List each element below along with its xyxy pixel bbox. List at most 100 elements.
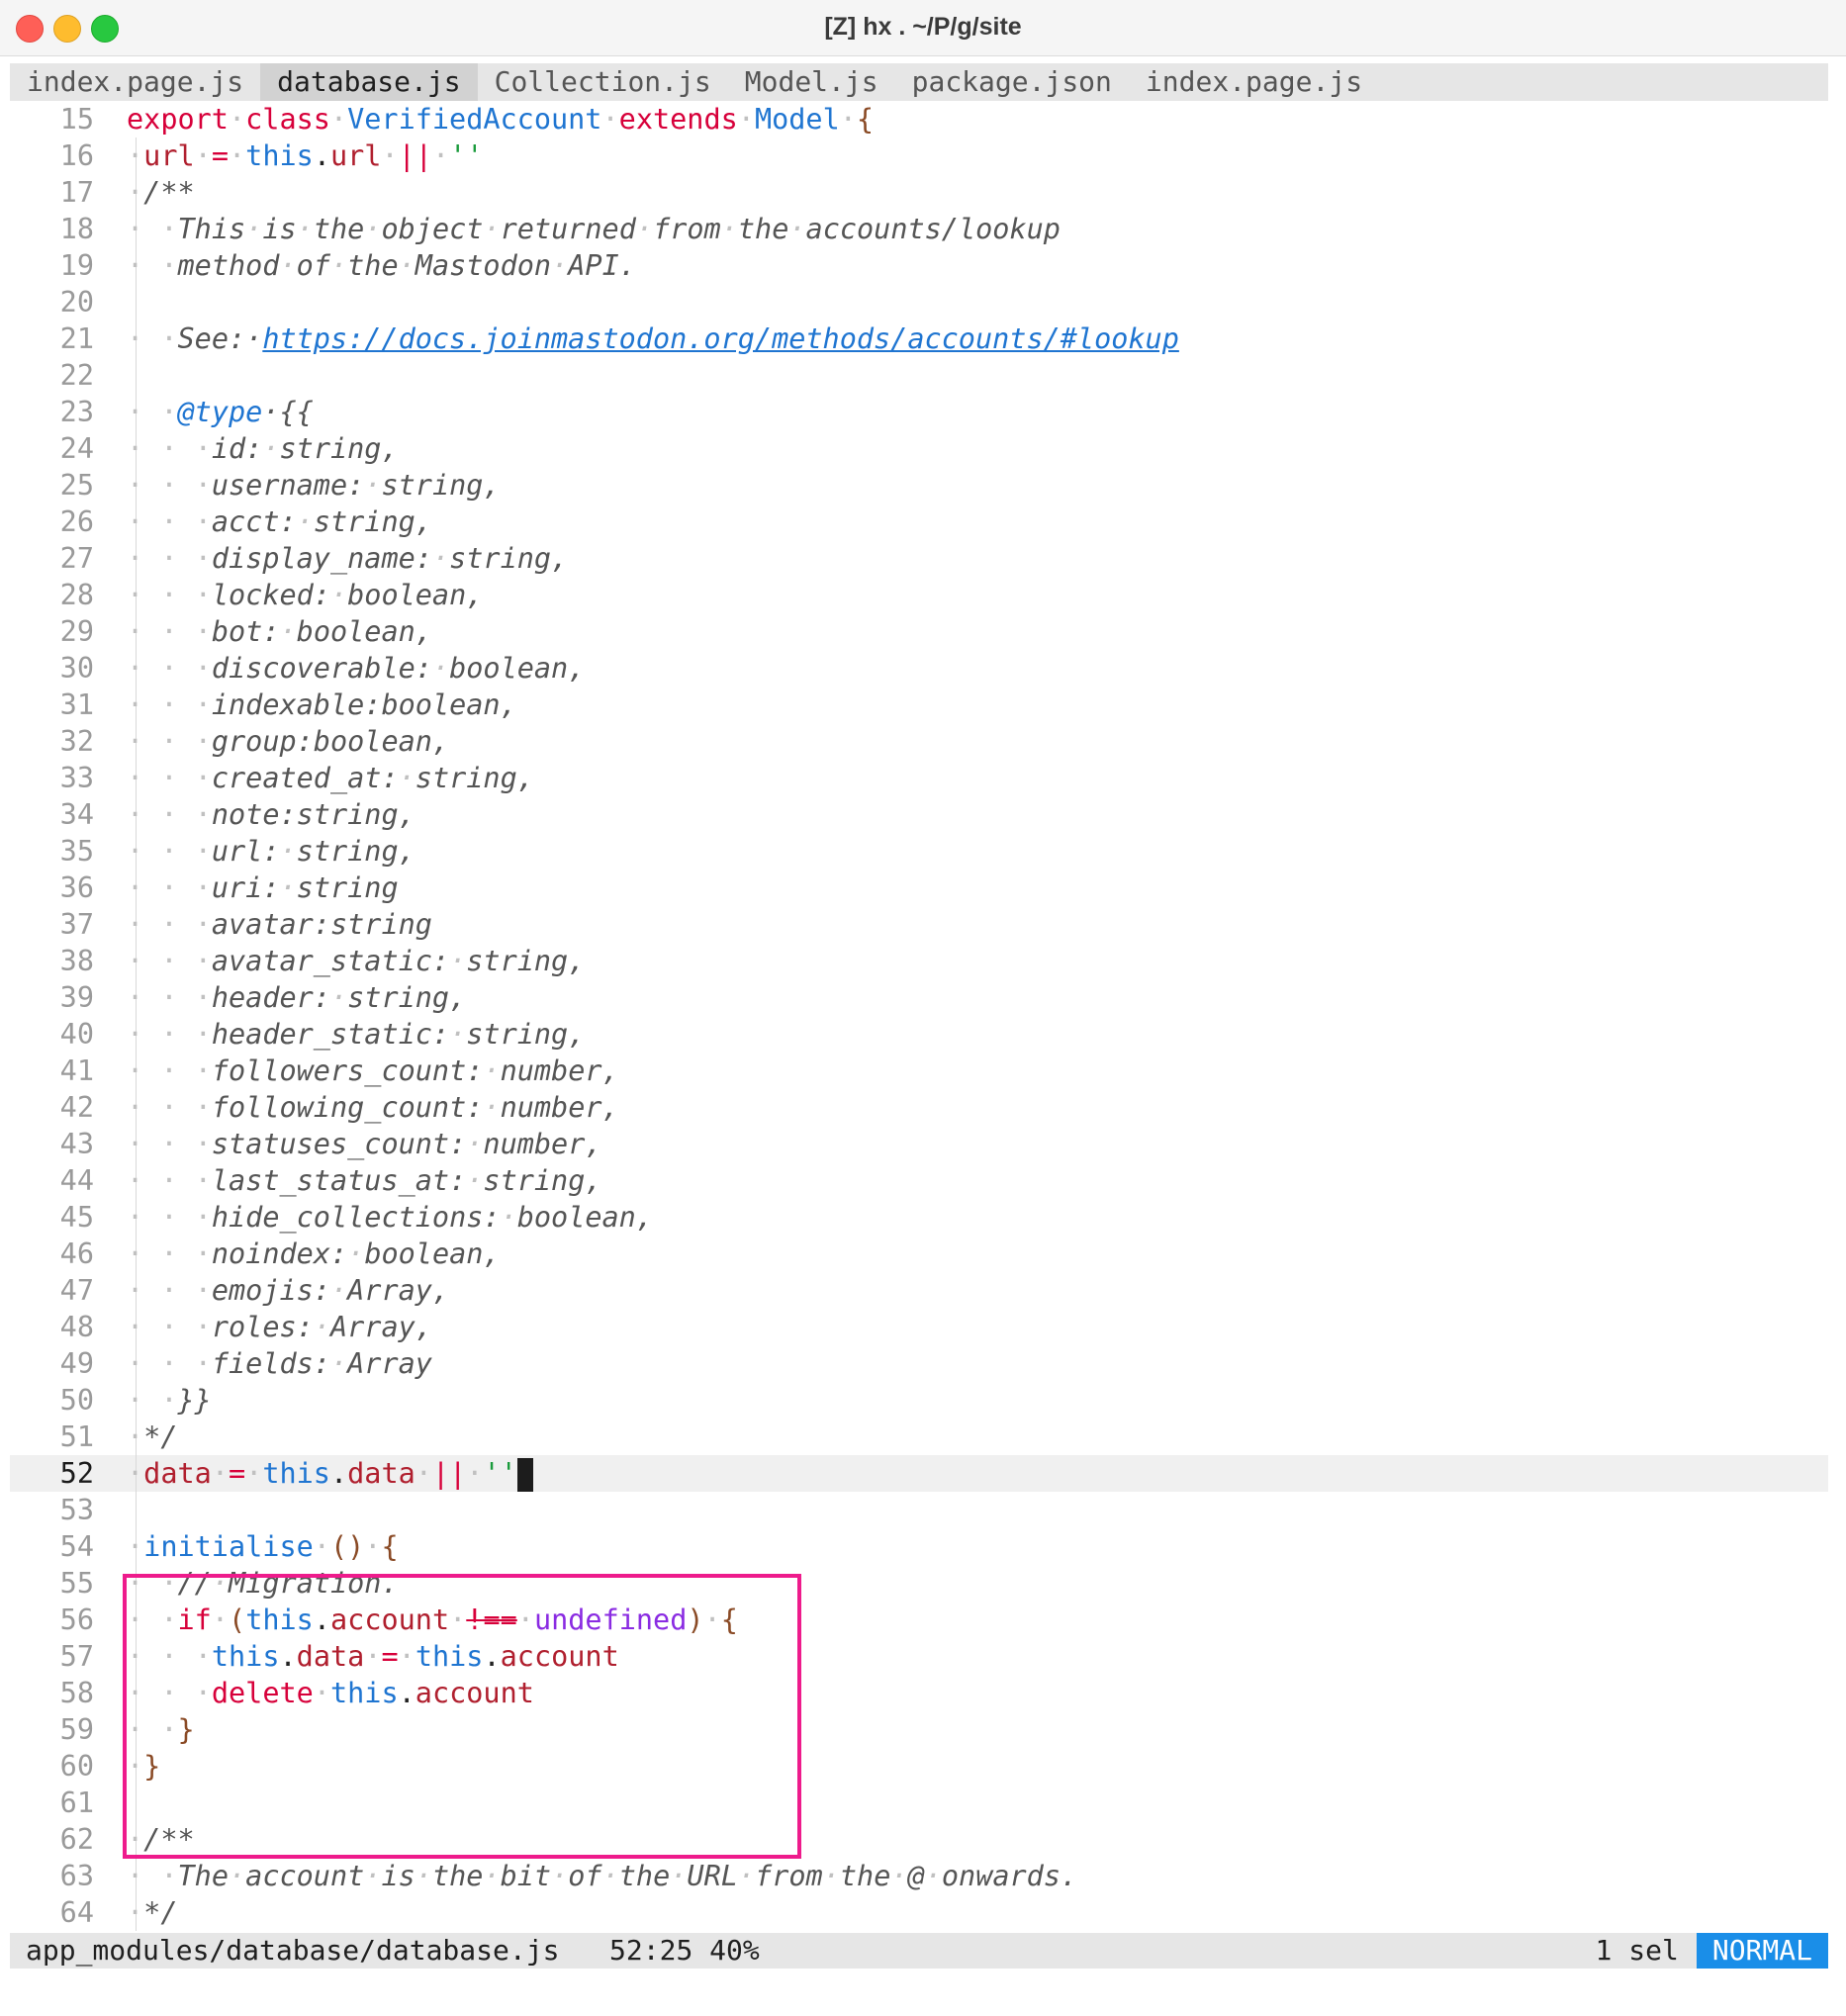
code-text: · · ·id:·string, [127,432,399,465]
code-text: ·/** [127,176,195,209]
code-text: · · ·delete·this.account [127,1677,534,1709]
code-line[interactable]: 47 · · ·emojis:·Array, [10,1272,1828,1309]
code-line[interactable]: 16 ·url·=·this.url·||·'' [10,137,1828,174]
buffer-tab[interactable]: Model.js [728,63,895,101]
code-line[interactable]: 30 · · ·discoverable:·boolean, [10,650,1828,687]
code-text: · · ·fields:·Array [127,1347,432,1380]
code-line[interactable]: 20 [10,284,1828,321]
code-line[interactable]: 39 · · ·header:·string, [10,979,1828,1016]
code-line[interactable]: 22 [10,357,1828,394]
code-line[interactable]: 61 [10,1785,1828,1821]
code-line[interactable]: 41 · · ·followers_count:·number, [10,1053,1828,1089]
line-number: 44 [59,1164,94,1197]
code-line[interactable]: 63 · ·The·account·is·the·bit·of·the·URL·f… [10,1858,1828,1894]
title-bar[interactable]: [Z] hx . ~/P/g/site [0,0,1846,56]
code-text: · ·The·account·is·the·bit·of·the·URL·fro… [127,1860,1078,1892]
code-line[interactable]: 44 · · ·last_status_at:·string, [10,1162,1828,1199]
code-line[interactable]: 51 ·*/ [10,1419,1828,1455]
code-line[interactable]: 59 · ·} [10,1711,1828,1748]
buffer-tab-active[interactable]: database.js [260,63,478,101]
code-area[interactable]: 15 export·class·VerifiedAccount·extends·M… [10,101,1828,1931]
code-text: ·*/ [127,1896,178,1929]
code-line[interactable]: 23 · ·@type·{{ [10,394,1828,430]
editor-window: [Z] hx . ~/P/g/site index.page.js databa… [0,0,1846,2016]
indent-guide [136,357,137,394]
code-line[interactable]: 37 · · ·avatar:string [10,906,1828,943]
code-text: · · ·acct:·string, [127,505,432,538]
code-line[interactable]: 21 · ·See:·https://docs.joinmastodon.org/… [10,321,1828,357]
code-line[interactable]: 35 · · ·url:·string, [10,833,1828,870]
code-text: · · ·this.data·=·this.account [127,1640,619,1673]
line-number: 32 [59,725,94,758]
code-line[interactable]: 28 · · ·locked:·boolean, [10,577,1828,613]
buffer-tab[interactable]: index.page.js [1129,63,1379,101]
code-line[interactable]: 36 · · ·uri:·string [10,870,1828,906]
code-line[interactable]: 40 · · ·header_static:·string, [10,1016,1828,1053]
code-line[interactable]: 19 · ·method·of·the·Mastodon·API. [10,247,1828,284]
line-number: 25 [59,469,94,502]
code-line[interactable]: 42 · · ·following_count:·number, [10,1089,1828,1126]
code-line[interactable]: 57 · · ·this.data·=·this.account [10,1638,1828,1675]
code-text: · · ·followers_count:·number, [127,1054,619,1087]
code-text: ·url·=·this.url·||·'' [127,139,484,172]
line-number: 19 [59,249,94,282]
line-number: 48 [59,1311,94,1343]
code-line[interactable]: 48 · · ·roles:·Array, [10,1309,1828,1345]
selection-count: 1 sel [1595,1934,1679,1967]
code-line[interactable]: 17 ·/** [10,174,1828,211]
code-line[interactable]: 15 export·class·VerifiedAccount·extends·M… [10,101,1828,137]
code-line[interactable]: 18 · ·This·is·the·object·returned·from·th… [10,211,1828,247]
buffer-tab[interactable]: package.json [895,63,1129,101]
code-text: · · ·group:boolean, [127,725,450,758]
code-line[interactable]: 50 · ·}} [10,1382,1828,1419]
code-line[interactable]: 27 · · ·display_name:·string, [10,540,1828,577]
code-text: · ·} [127,1713,195,1746]
code-line[interactable]: 56 · ·if·(this.account·!==·undefined)·{ [10,1602,1828,1638]
code-line[interactable]: 33 · · ·created_at:·string, [10,760,1828,796]
indent-guide [136,284,137,321]
code-line[interactable]: 24 · · ·id:·string, [10,430,1828,467]
code-text: · · ·indexable:boolean, [127,688,517,721]
code-line[interactable]: 46 · · ·noindex:·boolean, [10,1236,1828,1272]
line-number: 27 [59,542,94,575]
code-line[interactable]: 43 · · ·statuses_count:·number, [10,1126,1828,1162]
code-line[interactable]: 60 ·} [10,1748,1828,1785]
code-line[interactable]: 54 ·initialise·()·{ [10,1528,1828,1565]
code-line[interactable]: 34 · · ·note:string, [10,796,1828,833]
buffer-tab[interactable]: index.page.js [10,63,260,101]
code-line[interactable]: 31 · · ·indexable:boolean, [10,687,1828,723]
window-title: [Z] hx . ~/P/g/site [824,13,1022,41]
code-line[interactable]: 32 · · ·group:boolean, [10,723,1828,760]
buffer-tab-bar: index.page.js database.js Collection.js … [10,63,1828,101]
code-line[interactable]: 64 ·*/ [10,1894,1828,1931]
code-line[interactable]: 55 · ·//·Migration. [10,1565,1828,1602]
buffer-tab[interactable]: Collection.js [478,63,728,101]
cursor-position: 52:25 [609,1934,693,1967]
code-line[interactable]: 38 · · ·avatar_static:·string, [10,943,1828,979]
code-line[interactable]: 52 ·data·=·this.data·||·'' [10,1455,1828,1492]
code-line[interactable]: 49 · · ·fields:·Array [10,1345,1828,1382]
file-path: app_modules/database/database.js [26,1934,560,1967]
line-number: 38 [59,945,94,977]
code-line[interactable]: 29 · · ·bot:·boolean, [10,613,1828,650]
indent-guide [136,1492,137,1528]
line-number: 50 [59,1384,94,1417]
line-number: 59 [59,1713,94,1746]
line-number: 63 [59,1860,94,1892]
code-text: · · ·username:·string, [127,469,501,502]
mode-indicator: NORMAL [1696,1933,1828,1969]
code-line[interactable]: 62 ·/** [10,1821,1828,1858]
code-line[interactable]: 26 · · ·acct:·string, [10,504,1828,540]
code-text: ·*/ [127,1420,178,1453]
line-number: 47 [59,1274,94,1307]
editor-pane[interactable]: index.page.js database.js Collection.js … [10,63,1828,1970]
code-text: · · ·header:·string, [127,981,467,1014]
status-bar: app_modules/database/database.js 52:25 4… [10,1933,1828,1969]
code-line[interactable]: 58 · · ·delete·this.account [10,1675,1828,1711]
code-text: · · ·emojis:·Array, [127,1274,450,1307]
line-number: 51 [59,1420,94,1453]
line-number: 49 [59,1347,94,1380]
code-line[interactable]: 45 · · ·hide_collections:·boolean, [10,1199,1828,1236]
code-line[interactable]: 25 · · ·username:·string, [10,467,1828,504]
code-line[interactable]: 53 [10,1492,1828,1528]
